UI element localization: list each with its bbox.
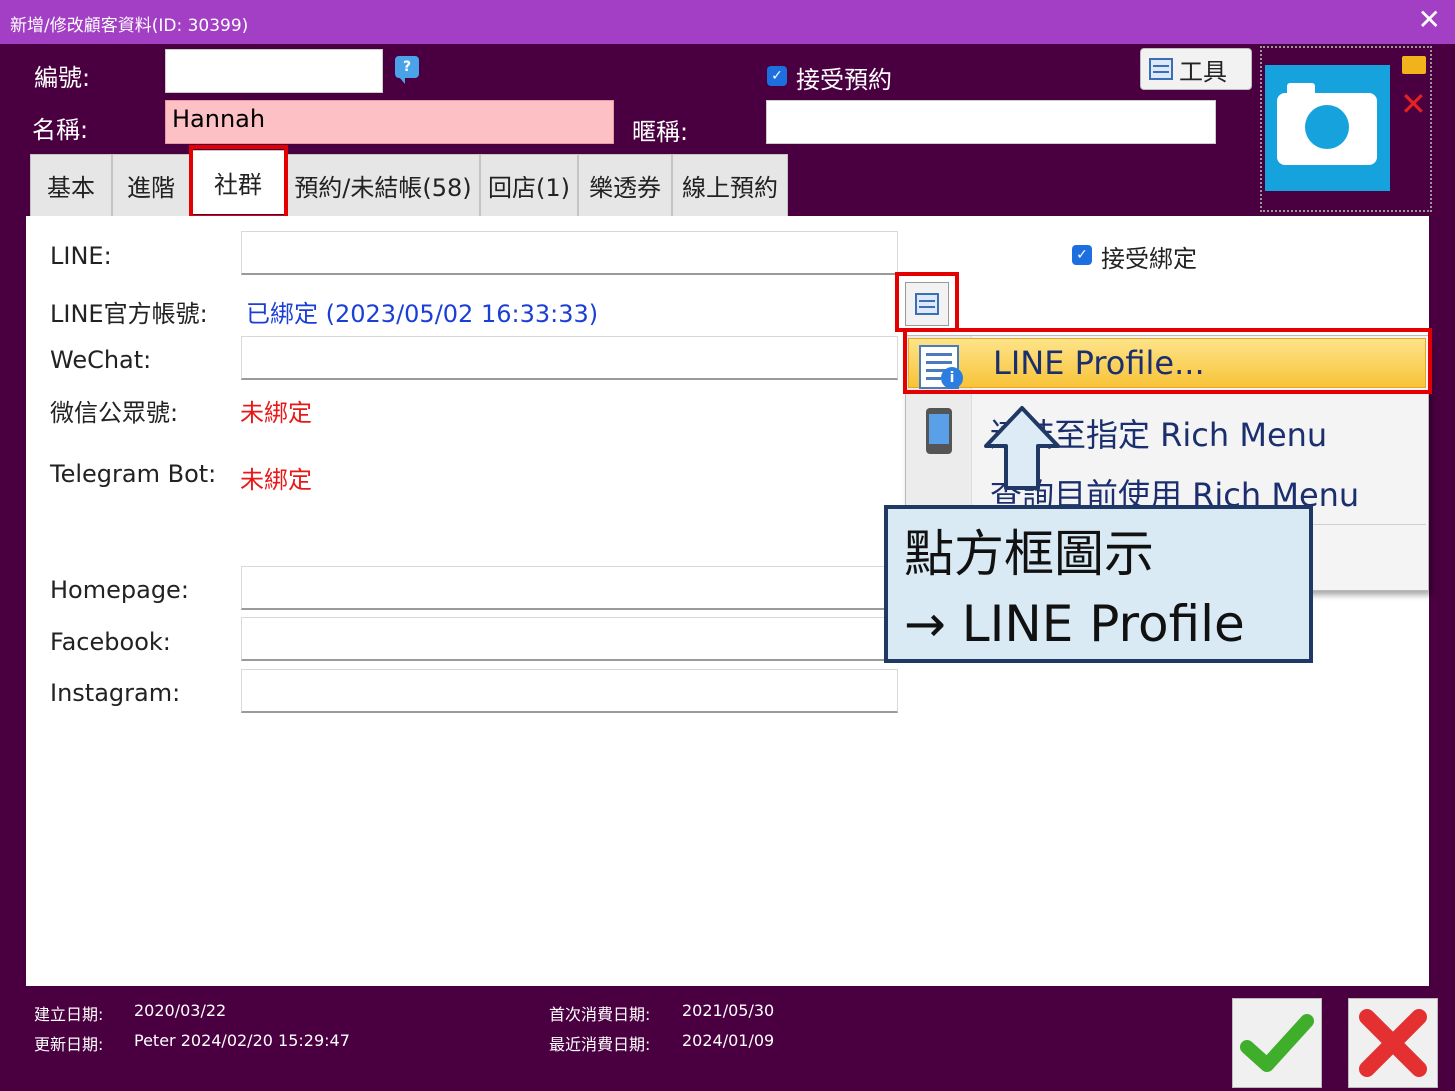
name-input[interactable]: Hannah <box>165 100 614 144</box>
arrow-up-icon <box>984 406 1060 490</box>
line-official-status[interactable]: 已綁定 (2023/05/02 16:33:33) <box>246 294 598 329</box>
camera-icon[interactable] <box>1265 65 1390 191</box>
title-bar: 新增/修改顧客資料(ID: 30399) ✕ <box>0 0 1455 44</box>
line-official-label: LINE官方帳號: <box>50 300 208 328</box>
code-input[interactable] <box>165 49 383 93</box>
code-label: 編號: <box>34 64 91 92</box>
tab-lottery-tickets[interactable]: 樂透券 <box>578 154 672 216</box>
menu-button-highlight-box <box>895 272 959 332</box>
callout-line-2: → LINE Profile <box>904 595 1245 653</box>
checkmark-icon <box>1240 1014 1314 1072</box>
wechat-official-label: 微信公眾號: <box>50 399 179 427</box>
created-date-value: 2020/03/22 <box>134 1001 227 1020</box>
tab-highlight-box <box>189 145 288 219</box>
cross-icon <box>1359 1009 1427 1077</box>
telegram-label: Telegram Bot: <box>50 460 217 488</box>
last-purchase-value: 2024/01/09 <box>682 1031 775 1050</box>
accept-binding-checkbox[interactable]: ✓ <box>1072 245 1092 265</box>
nickname-input[interactable] <box>766 100 1216 144</box>
updated-date-label: 更新日期: <box>34 1035 104 1054</box>
first-purchase-value: 2021/05/30 <box>682 1001 775 1020</box>
confirm-button[interactable] <box>1232 998 1322 1088</box>
menu-item-highlight-box <box>903 328 1432 394</box>
close-icon[interactable]: ✕ <box>1418 6 1441 34</box>
facebook-input[interactable] <box>241 617 898 661</box>
callout-line-1: 點方框圖示 <box>904 525 1154 583</box>
first-purchase-label: 首次消費日期: <box>549 1005 651 1024</box>
homepage-input[interactable] <box>241 566 898 610</box>
tool-button[interactable]: 工具 <box>1140 48 1252 90</box>
tab-online-booking[interactable]: 線上預約 <box>672 154 788 216</box>
telegram-status: 未綁定 <box>240 466 312 494</box>
nickname-label: 暱稱: <box>632 118 689 146</box>
folder-open-icon[interactable] <box>1402 56 1426 74</box>
cancel-button[interactable] <box>1348 998 1438 1088</box>
homepage-label: Homepage: <box>50 576 189 604</box>
accept-booking-label: 接受預約 <box>796 66 892 94</box>
help-icon[interactable]: ? <box>395 56 419 84</box>
phone-icon <box>926 408 952 454</box>
tab-advanced[interactable]: 進階 <box>112 154 190 216</box>
tab-return-visits[interactable]: 回店(1) <box>480 154 578 216</box>
instruction-callout: 點方框圖示 → LINE Profile <box>884 505 1313 663</box>
delete-icon[interactable]: ✕ <box>1400 88 1427 120</box>
wechat-input[interactable] <box>241 336 898 380</box>
line-input[interactable] <box>241 231 898 275</box>
tab-basic[interactable]: 基本 <box>30 154 112 216</box>
last-purchase-label: 最近消費日期: <box>549 1035 651 1054</box>
accept-booking-checkbox[interactable]: ✓ <box>767 66 787 86</box>
instagram-label: Instagram: <box>50 679 181 707</box>
accept-binding-label: 接受綁定 <box>1101 245 1197 273</box>
instagram-input[interactable] <box>241 669 898 713</box>
line-label: LINE: <box>50 242 112 270</box>
tab-bookings-unpaid[interactable]: 預約/未結帳(58) <box>286 154 480 216</box>
updated-date-value: Peter 2024/02/20 15:29:47 <box>134 1031 350 1050</box>
window-title: 新增/修改顧客資料(ID: 30399) <box>10 16 249 36</box>
wechat-label: WeChat: <box>50 346 152 374</box>
created-date-label: 建立日期: <box>34 1005 104 1024</box>
wechat-official-status: 未綁定 <box>240 399 312 427</box>
name-label: 名稱: <box>32 116 89 144</box>
facebook-label: Facebook: <box>50 628 171 656</box>
list-icon <box>1149 58 1173 80</box>
tool-button-label: 工具 <box>1179 57 1227 86</box>
